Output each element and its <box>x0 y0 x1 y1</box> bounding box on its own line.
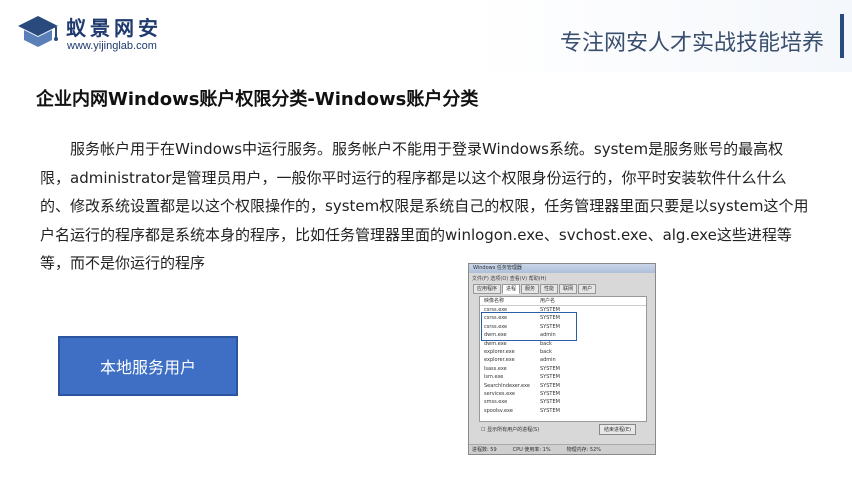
table-row: explorer.exe back <box>480 348 646 356</box>
process-name: smss.exe <box>484 399 508 406</box>
process-name: explorer.exe <box>484 348 515 355</box>
status-memory: 物理内存: 52% <box>566 447 601 453</box>
process-user: SYSTEM <box>540 382 560 389</box>
process-user: back <box>540 348 552 355</box>
process-user: SYSTEM <box>540 407 560 414</box>
tab-processes: 进程 <box>502 284 521 294</box>
brand-url: www.yijinglab.com <box>67 40 157 52</box>
process-name: lsass.exe <box>484 365 507 372</box>
process-name: spoolsv.exe <box>484 407 513 414</box>
process-user: SYSTEM <box>540 374 560 381</box>
end-process-button: 结束进程(E) <box>599 424 637 435</box>
slogan: 专注网安人才实战技能培养 <box>560 31 825 56</box>
slide-title: 企业内网Windows账户权限分类-Windows账户分类 <box>36 89 479 110</box>
body-paragraph: 服务帐户用于在Windows中运行服务。服务帐户不能用于登录Windows系统。… <box>40 140 809 272</box>
tab-performance: 性能 <box>540 284 559 294</box>
tab-networking: 联网 <box>559 284 578 294</box>
tab-users: 用户 <box>578 284 597 294</box>
system-rows-highlight <box>481 312 577 341</box>
process-list-header: 映像名称 用户名 <box>480 297 646 306</box>
process-name: services.exe <box>484 390 515 397</box>
table-row: smss.exe SYSTEM <box>480 398 646 406</box>
task-manager-title: Windows 任务管理器 <box>469 264 655 273</box>
local-service-user-label: 本地服务用户 <box>99 358 196 377</box>
show-all-users-label: 显示所有用户的进程(S) <box>487 427 540 433</box>
column-image-name: 映像名称 <box>484 298 505 304</box>
local-service-user-box: 本地服务用户 <box>58 336 238 396</box>
table-row: explorer.exe admin <box>480 356 646 364</box>
show-all-users-checkbox: ☐ 显示所有用户的进程(S) <box>481 427 540 433</box>
table-row: lsm.exe SYSTEM <box>480 373 646 381</box>
process-user: admin <box>540 357 556 364</box>
process-name: SearchIndexer.exe <box>484 382 530 389</box>
tab-applications: 应用程序 <box>473 284 502 294</box>
task-manager-menu: 文件(F) 选项(O) 查看(V) 帮助(H) <box>472 276 547 282</box>
status-cpu: CPU 使用率: 1% <box>512 447 551 453</box>
status-process-count: 进程数: 59 <box>472 447 497 453</box>
task-manager-tabs: 应用程序 进程 服务 性能 联网 用户 <box>473 284 597 294</box>
column-user-name: 用户名 <box>540 298 556 304</box>
accent-stripe <box>840 14 844 58</box>
process-name: explorer.exe <box>484 357 515 364</box>
task-manager-status-bar: 进程数: 59 CPU 使用率: 1% 物理内存: 52% <box>469 444 655 454</box>
table-row: services.exe SYSTEM <box>480 390 646 398</box>
logo-icon <box>18 16 58 47</box>
process-user: SYSTEM <box>540 365 560 372</box>
task-manager-screenshot: Windows 任务管理器 文件(F) 选项(O) 查看(V) 帮助(H) 应用… <box>468 263 656 455</box>
table-row: spoolsv.exe SYSTEM <box>480 407 646 415</box>
process-user: SYSTEM <box>540 399 560 406</box>
brand-name: 蚁景网安 <box>66 16 162 40</box>
table-row: SearchIndexer.exe SYSTEM <box>480 382 646 390</box>
table-row: lsass.exe SYSTEM <box>480 365 646 373</box>
process-name: lsm.exe <box>484 374 504 381</box>
tab-services: 服务 <box>521 284 540 294</box>
process-user: SYSTEM <box>540 390 560 397</box>
